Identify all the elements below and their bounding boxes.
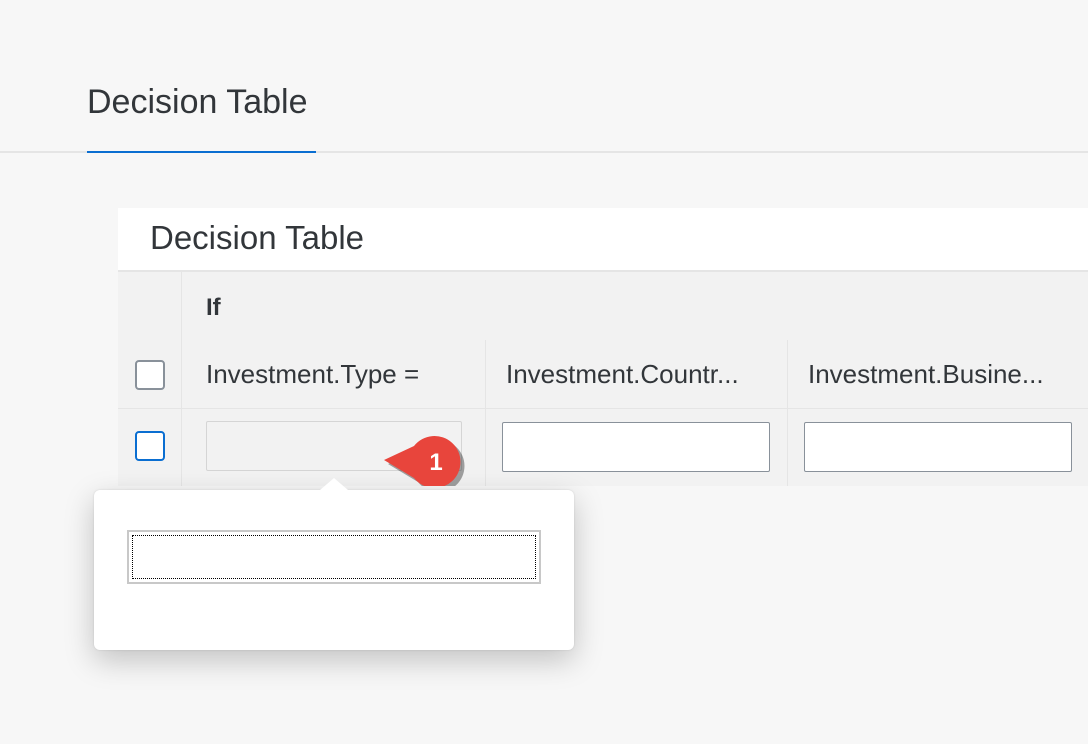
investment-country-cell-input[interactable] xyxy=(502,422,770,472)
panel-title: Decision Table xyxy=(150,219,365,256)
selection-column xyxy=(118,272,182,486)
investment-business-cell-input[interactable] xyxy=(804,422,1072,472)
column-header-investment-type[interactable]: Investment.Type = xyxy=(206,340,485,408)
cell-divider xyxy=(485,408,486,486)
step-marker-number: 1 xyxy=(429,449,442,476)
decision-table: If Investment.Type = Investment.Countr..… xyxy=(118,270,1088,486)
row-separator xyxy=(118,408,1088,409)
step-marker-icon: 1 xyxy=(384,436,465,486)
step-marker-shape xyxy=(384,436,461,486)
cell-divider xyxy=(787,408,788,486)
select-all-checkbox[interactable] xyxy=(135,360,165,390)
popover-input[interactable] xyxy=(127,530,541,584)
row-select-checkbox[interactable] xyxy=(135,431,165,461)
condition-group-label: If xyxy=(206,294,221,321)
column-header-investment-country[interactable]: Investment.Countr... xyxy=(485,340,787,408)
column-header-investment-business[interactable]: Investment.Busine... xyxy=(787,340,1088,408)
tab-decision-table[interactable]: Decision Table xyxy=(87,82,308,122)
popover-arrow xyxy=(320,478,348,490)
tab-bar: Decision Table xyxy=(0,0,1088,153)
tab-active-indicator xyxy=(87,151,316,153)
value-help-popover xyxy=(94,478,574,650)
panel-header: Decision Table xyxy=(118,208,1088,270)
